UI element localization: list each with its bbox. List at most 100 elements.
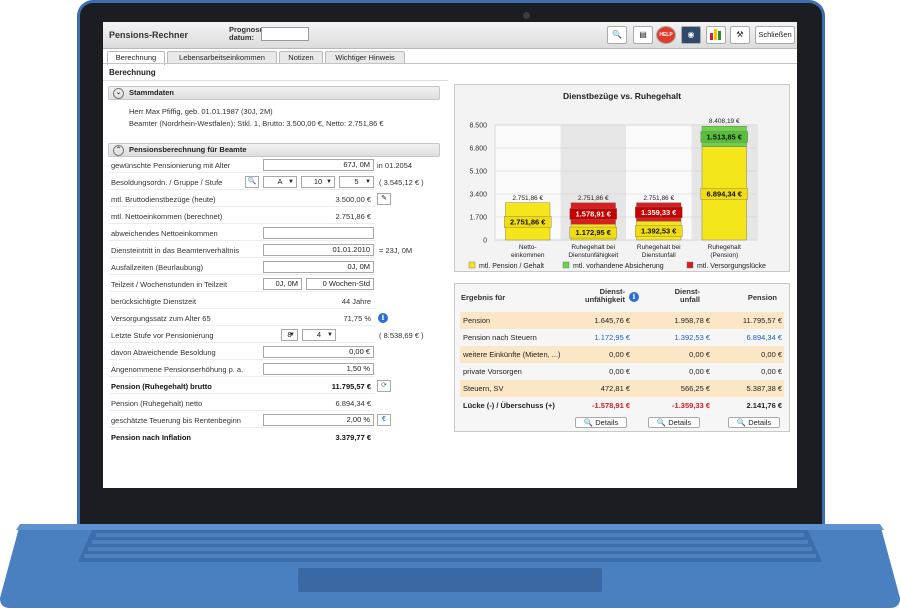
versorgungssatz-value: 71,75 % — [343, 314, 371, 323]
row-label: Pension — [463, 316, 491, 325]
stammdaten-header[interactable]: ⌄ Stammdaten — [108, 86, 440, 100]
chevron-down-icon[interactable]: ⌄ — [113, 88, 124, 99]
diensteintritt-label: Diensteintritt in das Beamtenverhältnis — [111, 246, 239, 255]
pension-inflation-label: Pension nach Inflation — [111, 433, 192, 442]
column-dienstunfall: Dienst-unfall — [674, 287, 700, 304]
cell-value: 0,00 € — [689, 350, 710, 359]
table-row: Lücke (-) / Überschuss (+) -1.578,91 € -1.… — [460, 397, 784, 414]
stufe-select[interactable]: 5 ▼ — [339, 176, 374, 188]
pension-brutto-label: Pension (Ruhegehalt) brutto — [111, 382, 212, 391]
total-label: 2.751,86 € — [578, 195, 609, 202]
cell-value: 6.894,34 € — [746, 333, 782, 342]
y-tick-label: 1.700 — [469, 215, 487, 222]
bar-chart-icon[interactable] — [706, 26, 726, 44]
brutto-label: mtl. Bruttodienstbezüge (heute) — [111, 195, 216, 204]
data-label: 1.392,53 € — [641, 227, 677, 236]
netto-label: mtl. Nettoeinkommen (berechnet) — [111, 212, 223, 221]
search-icon: 🔍 — [736, 418, 749, 427]
chevron-up-icon[interactable]: ⌃ — [113, 145, 124, 156]
cell-value: -1.359,33 € — [672, 401, 710, 410]
abw-netto-input[interactable] — [263, 227, 374, 239]
help-icon[interactable]: HELP — [656, 26, 676, 44]
gruppe-select[interactable]: 10 ▼ — [301, 176, 335, 188]
y-tick-label: 5.100 — [469, 169, 487, 176]
table-row: Pension 1.645,76 € 1.958,78 € 11.795,57 € — [460, 312, 784, 329]
ausfallzeiten-input[interactable]: 0J, 0M — [263, 261, 374, 273]
cell-value: 472,81 € — [600, 384, 630, 393]
details-button-dienstunfaehigkeit[interactable]: 🔍 Details — [575, 417, 627, 428]
legend-label: mtl. vorhandene Absicherung — [573, 263, 664, 270]
app-screen: Pensions-Rechner Prognose-datum: 🔍 ▤ HEL… — [103, 22, 797, 488]
cell-value: 1.172,95 € — [594, 333, 630, 342]
row-label: private Vorsorgen — [463, 367, 522, 376]
category-label: Dienstunfall — [642, 252, 677, 259]
details-button-pension[interactable]: 🔍 Details — [728, 417, 780, 428]
prognose-date-input[interactable] — [261, 27, 309, 41]
table-row: weitere Einkünfte (Mieten, ...) 0,00 € 0,0… — [460, 346, 784, 363]
bar-chart: Dienstbezüge vs. Ruhegehalt 0 1.700 3.400 5.… — [468, 91, 766, 270]
besoldungsordnung-select[interactable]: A ▼ — [263, 176, 297, 188]
data-label: 1.578,91 € — [576, 209, 612, 218]
category-label: Dienstunfähigkeit — [568, 252, 618, 259]
details-button-dienstunfall[interactable]: 🔍 Details — [648, 417, 700, 428]
teilzeit-label: Teilzeit / Wochenstunden in Teilzeit — [111, 280, 228, 289]
edit-icon[interactable]: ✎ — [377, 193, 391, 205]
cell-value: 1.958,78 € — [674, 316, 710, 325]
info-icon[interactable]: i — [378, 313, 388, 323]
pensionsberechnung-header[interactable]: ⌃ Pensionsberechnung für Beamte — [108, 143, 440, 157]
dienstzeit-value: 44 Jahre — [341, 297, 371, 306]
y-tick-label: 6.800 — [469, 146, 487, 153]
magnifier-icon[interactable]: 🔍 — [607, 26, 627, 44]
pensionierung-input[interactable]: 67J, 0M — [263, 159, 374, 171]
teilzeit-duration-input[interactable]: 0J, 0M — [263, 278, 302, 290]
column-pension: Pension — [747, 293, 777, 302]
tools-icon[interactable]: ⚒ — [730, 26, 750, 44]
total-label: 2.751,86 € — [643, 195, 674, 202]
category-label: Netto- — [519, 244, 537, 251]
cell-value: -1.578,91 € — [592, 401, 630, 410]
y-tick-label: 3.400 — [469, 192, 487, 199]
row-label: Lücke (-) / Überschuss (+) — [463, 401, 555, 410]
pension-inflation-value: 3.379,77 € — [335, 433, 371, 442]
refresh-icon[interactable]: ⟳ — [377, 380, 391, 392]
cell-value: 0,00 € — [689, 367, 710, 376]
category-label: Ruhegehalt — [708, 244, 741, 251]
letzte-stufe-select-1[interactable]: 8 ▼ — [281, 329, 298, 341]
diensteintritt-input[interactable]: 01.01.2010 — [263, 244, 374, 256]
cell-value: 0,00 € — [609, 350, 630, 359]
data-label: 1.513,85 € — [707, 132, 743, 141]
info-icon[interactable]: i — [629, 292, 639, 302]
dienstzeit-label: berücksichtigte Dienstzeit — [111, 297, 197, 306]
legend-label: mtl. Pension / Gehalt — [479, 263, 544, 270]
euro-icon[interactable]: € — [377, 414, 391, 426]
results-panel: Ergebnis für Dienst-unfähigkeit i Dienst… — [454, 283, 790, 432]
camera-icon — [523, 12, 530, 19]
abw-besoldung-input[interactable]: 0,00 € — [263, 346, 374, 358]
close-button[interactable]: Schließen — [755, 26, 795, 44]
legend-swatch — [562, 261, 570, 269]
globe-icon[interactable]: ◉ — [681, 26, 701, 44]
chart-title: Dienstbezüge vs. Ruhegehalt — [563, 91, 681, 101]
search-icon: 🔍 — [656, 418, 669, 427]
row-label: Pension nach Steuern — [463, 333, 537, 342]
y-tick-label: 8.500 — [469, 123, 487, 130]
document-icon[interactable]: ▤ — [633, 26, 653, 44]
legend-swatch — [468, 261, 476, 269]
total-label: 2.751,86 € — [512, 195, 543, 202]
data-label: 1.172,95 € — [576, 228, 612, 237]
cell-value: 11.795,57 € — [742, 316, 782, 325]
pension-brutto-value: 11.795,57 € — [331, 382, 371, 391]
tab-divider — [103, 63, 797, 64]
pensionserhoehung-input[interactable]: 1,50 % — [263, 363, 374, 375]
y-tick-label: 0 — [483, 238, 487, 245]
table-row: private Vorsorgen 0,00 € 0,00 € 0,00 € — [460, 363, 784, 380]
teuerung-input[interactable]: 2,00 % — [263, 414, 374, 426]
letzte-stufe-select-2[interactable]: 4 ▼ — [302, 329, 336, 341]
pension-netto-label: Pension (Ruhegehalt) netto — [111, 399, 203, 408]
besoldung-amount: ( 3.545,12 € ) — [379, 178, 424, 187]
wochenstunden-input[interactable]: 0 Wochen-Std — [306, 278, 374, 290]
cell-value: 2.141,76 € — [746, 401, 782, 410]
search-icon[interactable]: 🔍 — [245, 176, 259, 188]
pensionierung-label: gewünschte Pensionierung mit Alter — [111, 161, 231, 170]
row-label: Steuern, SV — [463, 384, 504, 393]
